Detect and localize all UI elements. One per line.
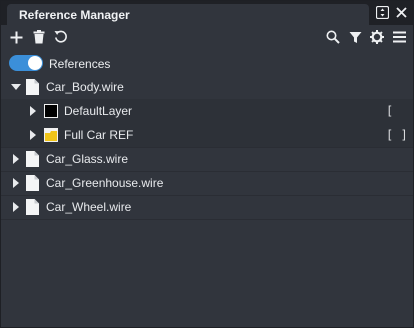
file-icon	[26, 151, 39, 167]
plus-icon	[10, 31, 22, 43]
tree-item-car-body[interactable]: Car_Body.wire	[1, 75, 413, 100]
reference-status-bracket[interactable]: [ ]	[386, 128, 408, 142]
search-icon	[326, 30, 340, 44]
panel-title: Reference Manager	[19, 8, 130, 22]
tree-item-label: Car_Glass.wire	[46, 152, 129, 166]
collapse-arrow-icon[interactable]	[11, 84, 21, 90]
tree-item-car-wheel[interactable]: Car_Wheel.wire	[1, 195, 413, 220]
reference-manager-window: Reference Manager References Car_Body.wi…	[0, 0, 414, 328]
file-icon	[26, 175, 39, 191]
expand-arrow-icon[interactable]	[13, 178, 19, 188]
search-button[interactable]	[325, 29, 341, 45]
refresh-button[interactable]	[53, 29, 69, 45]
menu-button[interactable]	[391, 29, 407, 45]
tree-item-label: Car_Wheel.wire	[46, 200, 132, 214]
tree-item-default-layer[interactable]: DefaultLayer [	[1, 99, 413, 124]
reference-status-bracket[interactable]: [	[386, 104, 393, 118]
dock-icon	[376, 6, 389, 19]
expand-arrow-icon[interactable]	[13, 154, 19, 164]
filter-icon	[349, 31, 361, 43]
dock-toggle-button[interactable]	[375, 5, 390, 20]
tree-item-car-greenhouse[interactable]: Car_Greenhouse.wire	[1, 171, 413, 196]
settings-button[interactable]	[369, 29, 385, 45]
references-toggle[interactable]	[9, 55, 43, 71]
gear-icon	[370, 30, 384, 44]
references-label: References	[49, 57, 111, 71]
tree-item-label: Full Car REF	[64, 128, 134, 142]
tree-item-full-car-ref[interactable]: Full Car REF [ ]	[1, 123, 413, 148]
references-row: References	[1, 51, 413, 75]
tree-item-label: Car_Body.wire	[46, 80, 124, 94]
close-icon	[396, 7, 407, 18]
trash-icon	[33, 30, 45, 44]
add-reference-button[interactable]	[8, 29, 24, 45]
filter-button[interactable]	[347, 29, 363, 45]
expand-arrow-icon[interactable]	[30, 130, 36, 140]
file-icon	[26, 199, 39, 215]
file-icon	[26, 79, 39, 95]
reference-layer-icon	[44, 128, 58, 142]
tree-item-label: Car_Greenhouse.wire	[46, 176, 164, 190]
delete-reference-button[interactable]	[31, 29, 47, 45]
close-button[interactable]	[394, 5, 409, 20]
toggle-knob	[28, 56, 42, 70]
toolbar	[1, 25, 413, 49]
tree-item-car-glass[interactable]: Car_Glass.wire	[1, 147, 413, 172]
refresh-icon	[54, 30, 67, 43]
tree-item-label: DefaultLayer	[64, 104, 133, 118]
expand-arrow-icon[interactable]	[30, 106, 36, 116]
expand-arrow-icon[interactable]	[13, 202, 19, 212]
panel-tab[interactable]: Reference Manager	[7, 4, 369, 25]
title-bar: Reference Manager	[1, 1, 413, 25]
layer-icon	[44, 104, 58, 118]
menu-icon	[392, 31, 406, 43]
